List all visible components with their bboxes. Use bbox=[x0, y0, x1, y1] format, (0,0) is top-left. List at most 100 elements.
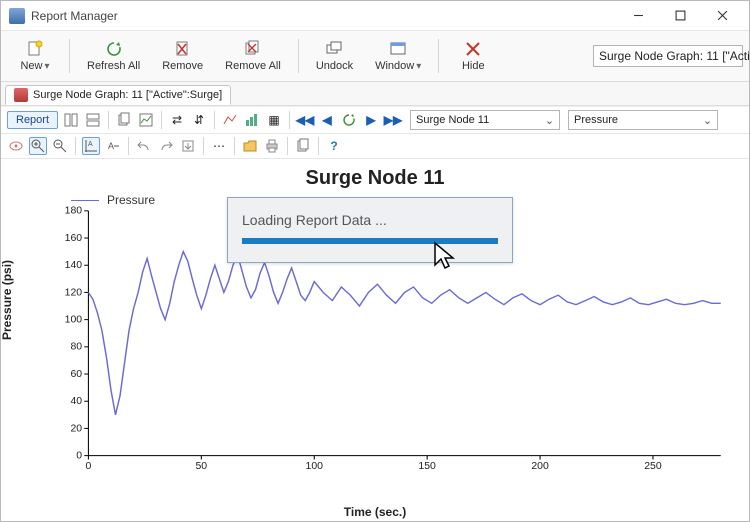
svg-text:50: 50 bbox=[196, 462, 208, 473]
label-icon[interactable]: A bbox=[104, 137, 122, 155]
chart-icon bbox=[14, 88, 28, 102]
loading-message: Loading Report Data ... bbox=[228, 198, 512, 238]
toolbar-separator bbox=[108, 111, 109, 129]
redo-icon[interactable] bbox=[157, 137, 175, 155]
undo-icon[interactable] bbox=[135, 137, 153, 155]
progress-bar bbox=[242, 238, 498, 244]
copy-icon[interactable] bbox=[115, 111, 133, 129]
app-window: Report Manager New▾ Refresh All Remove bbox=[0, 0, 750, 522]
new-icon bbox=[26, 40, 44, 58]
svg-text:100: 100 bbox=[306, 462, 324, 473]
tool-icon[interactable] bbox=[62, 111, 80, 129]
open-icon[interactable] bbox=[241, 137, 259, 155]
svg-text:250: 250 bbox=[644, 462, 662, 473]
window-icon bbox=[389, 40, 407, 58]
svg-text:60: 60 bbox=[70, 369, 82, 380]
hide-button[interactable]: Hide bbox=[445, 35, 501, 77]
document-tab-label: Surge Node Graph: 11 ["Active":Surge] bbox=[33, 89, 222, 101]
svg-text:160: 160 bbox=[65, 233, 83, 244]
dropdown-icon: ⌄ bbox=[703, 114, 712, 127]
tool-icon[interactable]: ⇄ bbox=[168, 111, 186, 129]
zoom-out-icon[interactable] bbox=[51, 137, 69, 155]
undock-label: Undock bbox=[316, 60, 353, 72]
svg-text:80: 80 bbox=[70, 342, 82, 353]
dropdown-icon: ▾ bbox=[44, 61, 49, 72]
print-icon[interactable] bbox=[263, 137, 281, 155]
toolbar-separator bbox=[318, 137, 319, 155]
remove-button[interactable]: Remove bbox=[151, 35, 214, 77]
copy-icon[interactable] bbox=[294, 137, 312, 155]
nav-prev-icon[interactable]: ◀ bbox=[318, 111, 336, 129]
app-icon bbox=[9, 8, 25, 24]
nav-refresh-icon[interactable] bbox=[340, 111, 358, 129]
undock-icon bbox=[325, 40, 343, 58]
dropdown-icon: ⌄ bbox=[545, 114, 554, 127]
remove-all-button[interactable]: Remove All bbox=[214, 35, 292, 77]
new-label: New bbox=[20, 60, 42, 72]
svg-text:A: A bbox=[108, 141, 114, 151]
svg-text:0: 0 bbox=[85, 462, 91, 473]
close-button[interactable] bbox=[701, 2, 743, 30]
window-button[interactable]: Window▾ bbox=[364, 35, 432, 77]
main-toolbar: New▾ Refresh All Remove Remove All Undoc… bbox=[1, 31, 749, 82]
svg-text:0: 0 bbox=[76, 451, 82, 462]
window-label: Window bbox=[375, 60, 414, 72]
node-combo-value: Surge Node 11 bbox=[416, 114, 539, 126]
svg-text:140: 140 bbox=[65, 260, 83, 271]
tool-icon[interactable]: ▦ bbox=[265, 111, 283, 129]
remove-all-label: Remove All bbox=[225, 60, 281, 72]
settings-icon[interactable]: ⋯ bbox=[210, 137, 228, 155]
tool-icon[interactable]: ⇵ bbox=[190, 111, 208, 129]
svg-text:180: 180 bbox=[65, 206, 83, 217]
window-title: Report Manager bbox=[31, 9, 617, 23]
nav-next-icon[interactable]: ▶ bbox=[362, 111, 380, 129]
toolbar-separator bbox=[438, 39, 439, 73]
svg-text:150: 150 bbox=[418, 462, 436, 473]
undock-button[interactable]: Undock bbox=[305, 35, 364, 77]
node-combo[interactable]: Surge Node 11 ⌄ bbox=[410, 110, 560, 130]
eye-icon[interactable] bbox=[7, 137, 25, 155]
toolbar-separator bbox=[128, 137, 129, 155]
new-button[interactable]: New▾ bbox=[7, 35, 63, 77]
hide-icon bbox=[464, 40, 482, 58]
measure-combo[interactable]: Pressure ⌄ bbox=[568, 110, 718, 130]
chart-style-icon[interactable] bbox=[221, 111, 239, 129]
svg-text:40: 40 bbox=[70, 396, 82, 407]
hide-label: Hide bbox=[462, 60, 485, 72]
refresh-all-label: Refresh All bbox=[87, 60, 140, 72]
document-tab[interactable]: Surge Node Graph: 11 ["Active":Surge] bbox=[5, 85, 231, 105]
toolbar-separator bbox=[214, 111, 215, 129]
svg-text:100: 100 bbox=[65, 315, 83, 326]
remove-icon bbox=[174, 40, 192, 58]
nav-last-icon[interactable]: ▶▶ bbox=[384, 111, 402, 129]
axis-icon[interactable]: A bbox=[82, 137, 100, 155]
refresh-icon bbox=[105, 40, 123, 58]
chart-style-icon[interactable] bbox=[243, 111, 261, 129]
refresh-all-button[interactable]: Refresh All bbox=[76, 35, 151, 77]
copy-chart-icon[interactable] bbox=[137, 111, 155, 129]
dropdown-icon: ▾ bbox=[416, 61, 421, 72]
toolbar-separator bbox=[234, 137, 235, 155]
export-icon[interactable] bbox=[179, 137, 197, 155]
remove-label: Remove bbox=[162, 60, 203, 72]
zoom-in-icon[interactable] bbox=[29, 137, 47, 155]
toolbar-separator bbox=[287, 137, 288, 155]
toolbar-separator bbox=[298, 39, 299, 73]
help-icon[interactable]: ? bbox=[325, 137, 343, 155]
graph-selector-value: Surge Node Graph: 11 ["Active" bbox=[599, 49, 750, 63]
chart-title: Surge Node 11 bbox=[11, 167, 739, 190]
minimize-button[interactable] bbox=[617, 2, 659, 30]
x-axis-label: Time (sec.) bbox=[344, 505, 406, 519]
loading-dialog: Loading Report Data ... bbox=[227, 197, 513, 263]
tool-icon[interactable] bbox=[84, 111, 102, 129]
y-axis-label: Pressure (psi) bbox=[1, 260, 14, 340]
titlebar: Report Manager bbox=[1, 1, 749, 31]
toolbar-separator bbox=[75, 137, 76, 155]
report-button[interactable]: Report bbox=[7, 111, 58, 129]
maximize-button[interactable] bbox=[659, 2, 701, 30]
toolbar-separator bbox=[161, 111, 162, 129]
legend-swatch bbox=[71, 200, 99, 201]
nav-first-icon[interactable]: ◀◀ bbox=[296, 111, 314, 129]
graph-selector-combo[interactable]: Surge Node Graph: 11 ["Active" ⌄ bbox=[593, 45, 743, 67]
report-subtoolbar: A A ⋯ ? bbox=[1, 134, 749, 159]
